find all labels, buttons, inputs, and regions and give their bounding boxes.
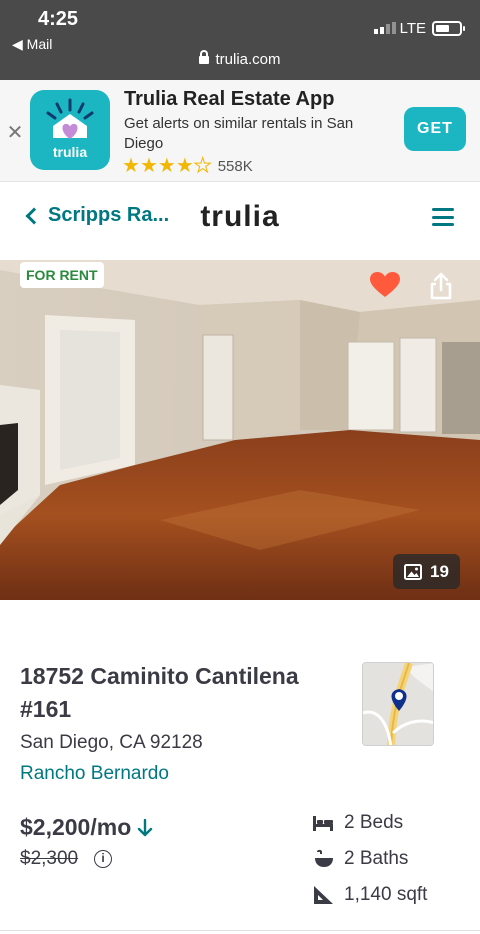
network-label: LTE: [399, 20, 426, 37]
gallery-icon: [404, 563, 423, 580]
signal-icon: [374, 22, 396, 34]
price-value: $2,200/mo: [20, 814, 132, 840]
previous-price: $2,300: [20, 848, 79, 869]
star-icon: ★: [175, 155, 194, 177]
get-app-button[interactable]: GET: [404, 107, 466, 151]
listing-city: San Diego, CA 92128: [20, 732, 203, 753]
price-drop-arrow-icon: [138, 818, 153, 836]
share-icon[interactable]: [428, 272, 454, 300]
trulia-logo[interactable]: trulia: [0, 200, 480, 234]
app-title: Trulia Real Estate App: [124, 88, 335, 110]
star-icon: ★: [122, 155, 140, 177]
rating-count: 558K: [217, 157, 253, 175]
map-image: [363, 663, 433, 745]
favorite-heart-icon[interactable]: [370, 272, 400, 298]
listing-photo[interactable]: FOR RENT 19: [0, 260, 480, 600]
app-rating: ★ ★ ★ ★ ★ 558K: [122, 155, 253, 177]
bathtub-icon: [315, 849, 333, 867]
top-nav: Scripps Ra... trulia: [0, 182, 480, 260]
battery-icon: [432, 21, 465, 36]
baths-spec: 2 Baths: [312, 848, 408, 870]
price-info-icon[interactable]: i: [94, 850, 112, 868]
sqft-spec: 1,140 sqft: [312, 884, 427, 906]
star-icon: ★: [157, 155, 176, 177]
room-photo: [0, 260, 480, 600]
bed-icon: [313, 816, 333, 831]
divider: [0, 930, 480, 931]
beds-count: 2 Beds: [344, 812, 404, 833]
photo-count: 19: [430, 561, 449, 581]
lock-icon: [199, 50, 210, 64]
half-star-icon: ★: [193, 155, 212, 177]
area-ruler-icon: [314, 886, 333, 904]
trulia-app-icon: trulia: [30, 90, 110, 170]
star-icon: ★: [139, 155, 158, 177]
sqft-value: 1,140 sqft: [344, 884, 428, 905]
beds-spec: 2 Beds: [312, 812, 403, 834]
close-banner-icon[interactable]: ✕: [6, 120, 24, 145]
status-time: 4:25: [38, 8, 79, 30]
for-rent-badge: FOR RENT: [20, 262, 104, 288]
app-subtitle: Get alerts on similar rentals in San Die…: [124, 115, 354, 152]
listing-price: $2,200/mo: [20, 814, 153, 841]
url-text: trulia.com: [215, 51, 281, 68]
map-thumbnail[interactable]: [362, 662, 434, 746]
url-bar[interactable]: trulia.com: [0, 50, 480, 68]
status-bar: 4:25 ◀ Mail LTE trulia.com: [0, 0, 480, 80]
app-install-banner: ✕ trulia Trulia Real Estate App Get aler…: [0, 80, 480, 182]
baths-count: 2 Baths: [344, 848, 409, 869]
app-icon-label: trulia: [52, 144, 88, 160]
hamburger-menu-icon[interactable]: [432, 208, 454, 226]
photo-count-button[interactable]: 19: [393, 554, 460, 589]
listing-address: 18752 Caminito Cantilena #161: [20, 663, 299, 722]
neighborhood-link[interactable]: Rancho Bernardo: [20, 763, 169, 785]
